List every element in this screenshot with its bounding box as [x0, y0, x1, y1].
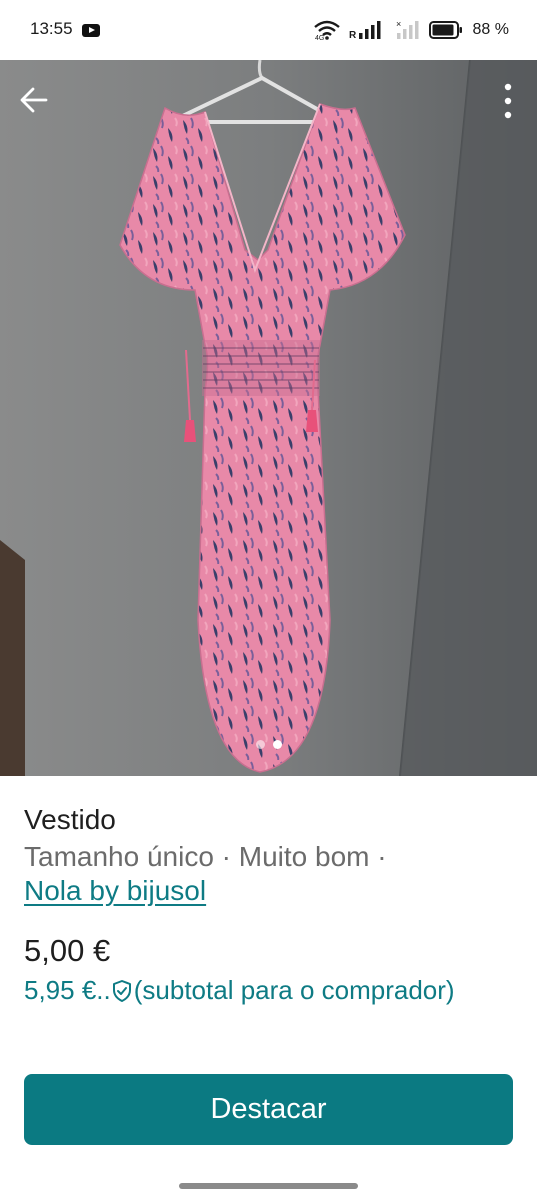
status-icons: 4G R × 88 % [313, 18, 509, 42]
buyer-price-row[interactable]: 5,95 € .. (subtotal para o comprador) [24, 975, 455, 1006]
buyer-price: 5,95 € [24, 975, 97, 1005]
wifi-icon: 4G [313, 20, 340, 41]
product-meta: Tamanho único · Muito bom · [24, 841, 387, 872]
destacar-button[interactable]: Destacar [24, 1074, 513, 1145]
more-vertical-icon[interactable] [501, 82, 515, 120]
battery-percentage: 88 % [472, 21, 509, 38]
signal-label: R [349, 30, 357, 41]
status-time: 13:55 [30, 19, 73, 38]
product-info: Vestido Tamanho único · Muito bom · Nola… [24, 800, 516, 908]
cell-signal-icon: R [349, 21, 381, 41]
buyer-price-note: (subtotal para o comprador) [133, 975, 455, 1005]
youtube-notification-icon [82, 24, 100, 37]
product-price: 5,00 € [24, 933, 111, 968]
status-bar: 13:55 4G R × 88 % [0, 0, 537, 60]
back-arrow-icon[interactable] [16, 82, 52, 118]
buyer-price-ellipsis: .. [96, 975, 111, 1005]
pager-dot-active[interactable] [272, 740, 282, 749]
home-indicator[interactable] [179, 1183, 358, 1189]
product-photo [0, 60, 537, 776]
pager-dot[interactable] [255, 740, 265, 749]
product-image-gallery[interactable] [0, 60, 537, 776]
wifi-label: 4G [315, 35, 324, 41]
product-title: Vestido [24, 804, 116, 835]
svg-text:×: × [396, 19, 401, 29]
shield-check-icon [112, 979, 131, 1002]
gallery-pager [0, 740, 537, 749]
brand-link[interactable]: Nola by bijusol [24, 874, 206, 908]
battery-icon [428, 21, 462, 39]
cell-signal-2-icon: × [396, 19, 419, 39]
